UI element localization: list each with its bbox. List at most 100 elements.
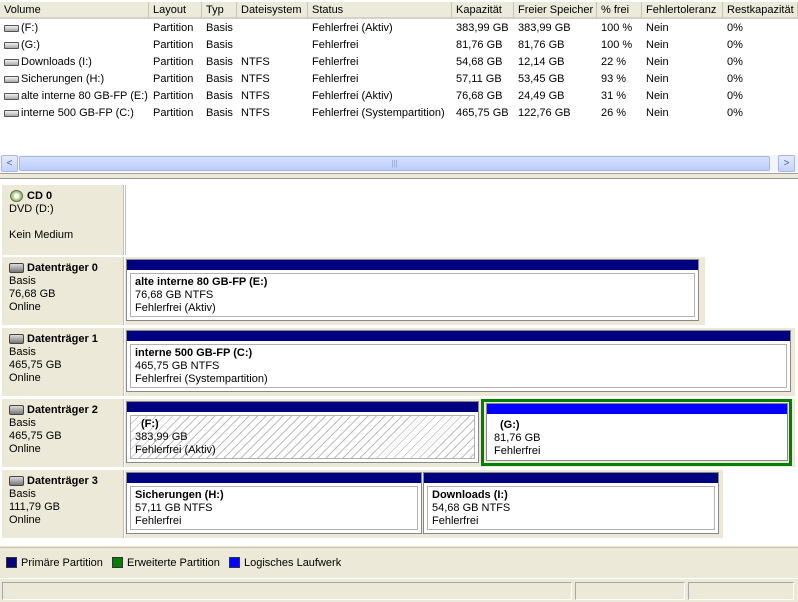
cell-frei: 81,76 GB	[518, 39, 565, 51]
partition-status: Fehlerfrei	[432, 515, 479, 527]
partition-status: Fehlerfrei (Aktiv)	[135, 444, 216, 456]
partition-status: Fehlerfrei	[135, 515, 182, 527]
legend-label: Erweiterte Partition	[126, 557, 220, 569]
disk-2-state: Online	[9, 443, 41, 455]
cell-kap: 465,75 GB	[456, 107, 509, 119]
partition-name: interne 500 GB-FP (C:)	[135, 347, 253, 359]
cell-rest: 0%	[727, 56, 743, 68]
table-row[interactable]: alte interne 80 GB-FP (E:) Partition Basis…	[0, 88, 798, 105]
volume-list[interactable]: Volume Layout Typ Dateisystem Status Kap…	[0, 0, 798, 174]
column-header-typ[interactable]: Typ	[202, 2, 237, 19]
disk-0-type: Basis	[9, 275, 36, 287]
cell-typ: Basis	[206, 56, 233, 68]
table-row[interactable]: interne 500 GB-FP (C:) Partition Basis NTFS…	[0, 105, 798, 122]
disk-1-size: 465,75 GB	[9, 359, 62, 371]
legend: Primäre Partition Erweiterte Partition L…	[0, 547, 798, 577]
cell-typ: Basis	[206, 73, 233, 85]
table-row[interactable]: Sicherungen (H:) Partition Basis NTFS Fehler…	[0, 71, 798, 88]
table-row[interactable]: Downloads (I:) Partition Basis NTFS Fehlerfr…	[0, 54, 798, 71]
disk-2-title: Datenträger 2	[9, 404, 123, 417]
cell-pct: 93 %	[601, 73, 627, 85]
cell-typ: Basis	[206, 107, 233, 119]
disk-2-label[interactable]: Datenträger 2 Basis 465,75 GB Online	[2, 399, 124, 467]
cell-layout: Partition	[153, 90, 194, 102]
cell-frei: 383,99 GB	[518, 22, 571, 34]
disk-0-title: Datenträger 0	[9, 262, 123, 275]
cell-status: Fehlerfrei	[312, 73, 359, 85]
partition-name: Sicherungen (H:)	[135, 489, 224, 501]
partition-i[interactable]: Downloads (I:) 54,68 GB NTFS Fehlerfrei	[423, 472, 719, 534]
column-header-restkapazitaet[interactable]: Restkapazität	[723, 2, 798, 19]
disk-1-label[interactable]: Datenträger 1 Basis 465,75 GB Online	[2, 328, 124, 396]
cd-medium-status: Kein Medium	[9, 229, 74, 241]
cell-kap: 81,76 GB	[456, 39, 503, 51]
column-header-volume[interactable]: Volume	[0, 2, 149, 19]
cell-frei: 122,76 GB	[518, 107, 571, 119]
cell-typ: Basis	[206, 90, 233, 102]
column-header-fehlertoleranz[interactable]: Fehlertoleranz	[642, 2, 723, 19]
primary-partition-bar	[127, 331, 790, 341]
cd-label[interactable]: CD 0 DVD (D:) Kein Medium	[2, 185, 124, 255]
cd-title: CD 0	[9, 190, 123, 203]
hard-disk-icon	[9, 263, 24, 273]
partition-h[interactable]: Sicherungen (H:) 57,11 GB NTFS Fehlerfre…	[126, 472, 422, 534]
partition-g[interactable]: (G:) 81,76 GB Fehlerfrei	[486, 403, 788, 461]
cell-rest: 0%	[727, 90, 743, 102]
scroll-right-icon[interactable]: >	[778, 155, 795, 172]
disk-0-label[interactable]: Datenträger 0 Basis 76,68 GB Online	[2, 257, 124, 325]
cell-frei: 24,49 GB	[518, 90, 565, 102]
cd-drive-letter: DVD (D:)	[9, 203, 54, 215]
disk-1-type: Basis	[9, 346, 36, 358]
disk-1-title-text: Datenträger 1	[27, 333, 98, 345]
column-header-dateisystem[interactable]: Dateisystem	[237, 2, 308, 19]
cd-drive-icon	[10, 190, 23, 202]
cell-fs: NTFS	[241, 107, 270, 119]
cell-typ: Basis	[206, 39, 233, 51]
primary-partition-bar	[127, 473, 421, 483]
disk-2-title-text: Datenträger 2	[27, 404, 98, 416]
scroll-left-icon[interactable]: <	[1, 155, 18, 172]
cell-layout: Partition	[153, 39, 194, 51]
partition-status: Fehlerfrei (Aktiv)	[135, 302, 216, 314]
cell-fs: NTFS	[241, 56, 270, 68]
cell-kap: 57,11 GB	[456, 73, 502, 85]
legend-swatch	[111, 557, 123, 568]
cell-fs	[237, 37, 308, 54]
hard-disk-icon	[9, 476, 24, 486]
disk-2-area: (F:) 383,99 GB Fehlerfrei (Aktiv) (G:) 8…	[125, 399, 795, 467]
disk-3-title-text: Datenträger 3	[27, 475, 98, 487]
cell-ft: Nein	[646, 107, 669, 119]
cell-ft: Nein	[646, 39, 669, 51]
partition-size: 383,99 GB	[135, 431, 188, 443]
cell-volume: interne 500 GB-FP (C:)	[21, 107, 134, 119]
disk-3-label[interactable]: Datenträger 3 Basis 111,79 GB Online	[2, 470, 124, 538]
disk-0-size: 76,68 GB	[9, 288, 56, 300]
table-row[interactable]: (F:) Partition Basis Fehlerfrei (Aktiv) 383,…	[0, 20, 798, 37]
cell-rest: 0%	[727, 73, 743, 85]
disk-view: CD 0 DVD (D:) Kein Medium Datenträger 0 …	[0, 178, 798, 546]
column-header-status[interactable]: Status	[308, 2, 452, 19]
legend-swatch	[6, 557, 17, 568]
legend-extended-partition: Erweiterte Partition	[111, 548, 220, 578]
partition-size: 81,76 GB	[494, 432, 541, 444]
cell-status: Fehlerfrei	[312, 56, 359, 68]
horizontal-scrollbar[interactable]: < ||| >	[0, 155, 798, 172]
cell-frei: 12,14 GB	[518, 56, 565, 68]
scrollbar-thumb[interactable]: |||	[19, 156, 770, 171]
disk-3-state: Online	[9, 514, 41, 526]
column-header-layout[interactable]: Layout	[149, 2, 202, 19]
column-header-prozent-frei[interactable]: % frei	[597, 2, 642, 19]
cell-ft: Nein	[646, 22, 669, 34]
cell-volume: (G:)	[21, 39, 40, 51]
table-row[interactable]: (G:) Partition Basis Fehlerfrei 81,76 GB 81,7…	[0, 37, 798, 54]
cell-status: Fehlerfrei	[312, 39, 359, 51]
disk-3-title: Datenträger 3	[9, 475, 123, 488]
partition-c[interactable]: interne 500 GB-FP (C:) 465,75 GB NTFS Fe…	[126, 330, 791, 392]
partition-e[interactable]: alte interne 80 GB-FP (E:) 76,68 GB NTFS…	[126, 259, 699, 321]
cd-title-text: CD 0	[27, 190, 53, 202]
status-pane-main	[2, 582, 572, 600]
column-header-freier-speicher[interactable]: Freier Speicher	[514, 2, 597, 19]
partition-f[interactable]: (F:) 383,99 GB Fehlerfrei (Aktiv)	[126, 401, 479, 463]
column-header-kapazitaet[interactable]: Kapazität	[452, 2, 514, 19]
cell-pct: 100 %	[601, 22, 633, 34]
